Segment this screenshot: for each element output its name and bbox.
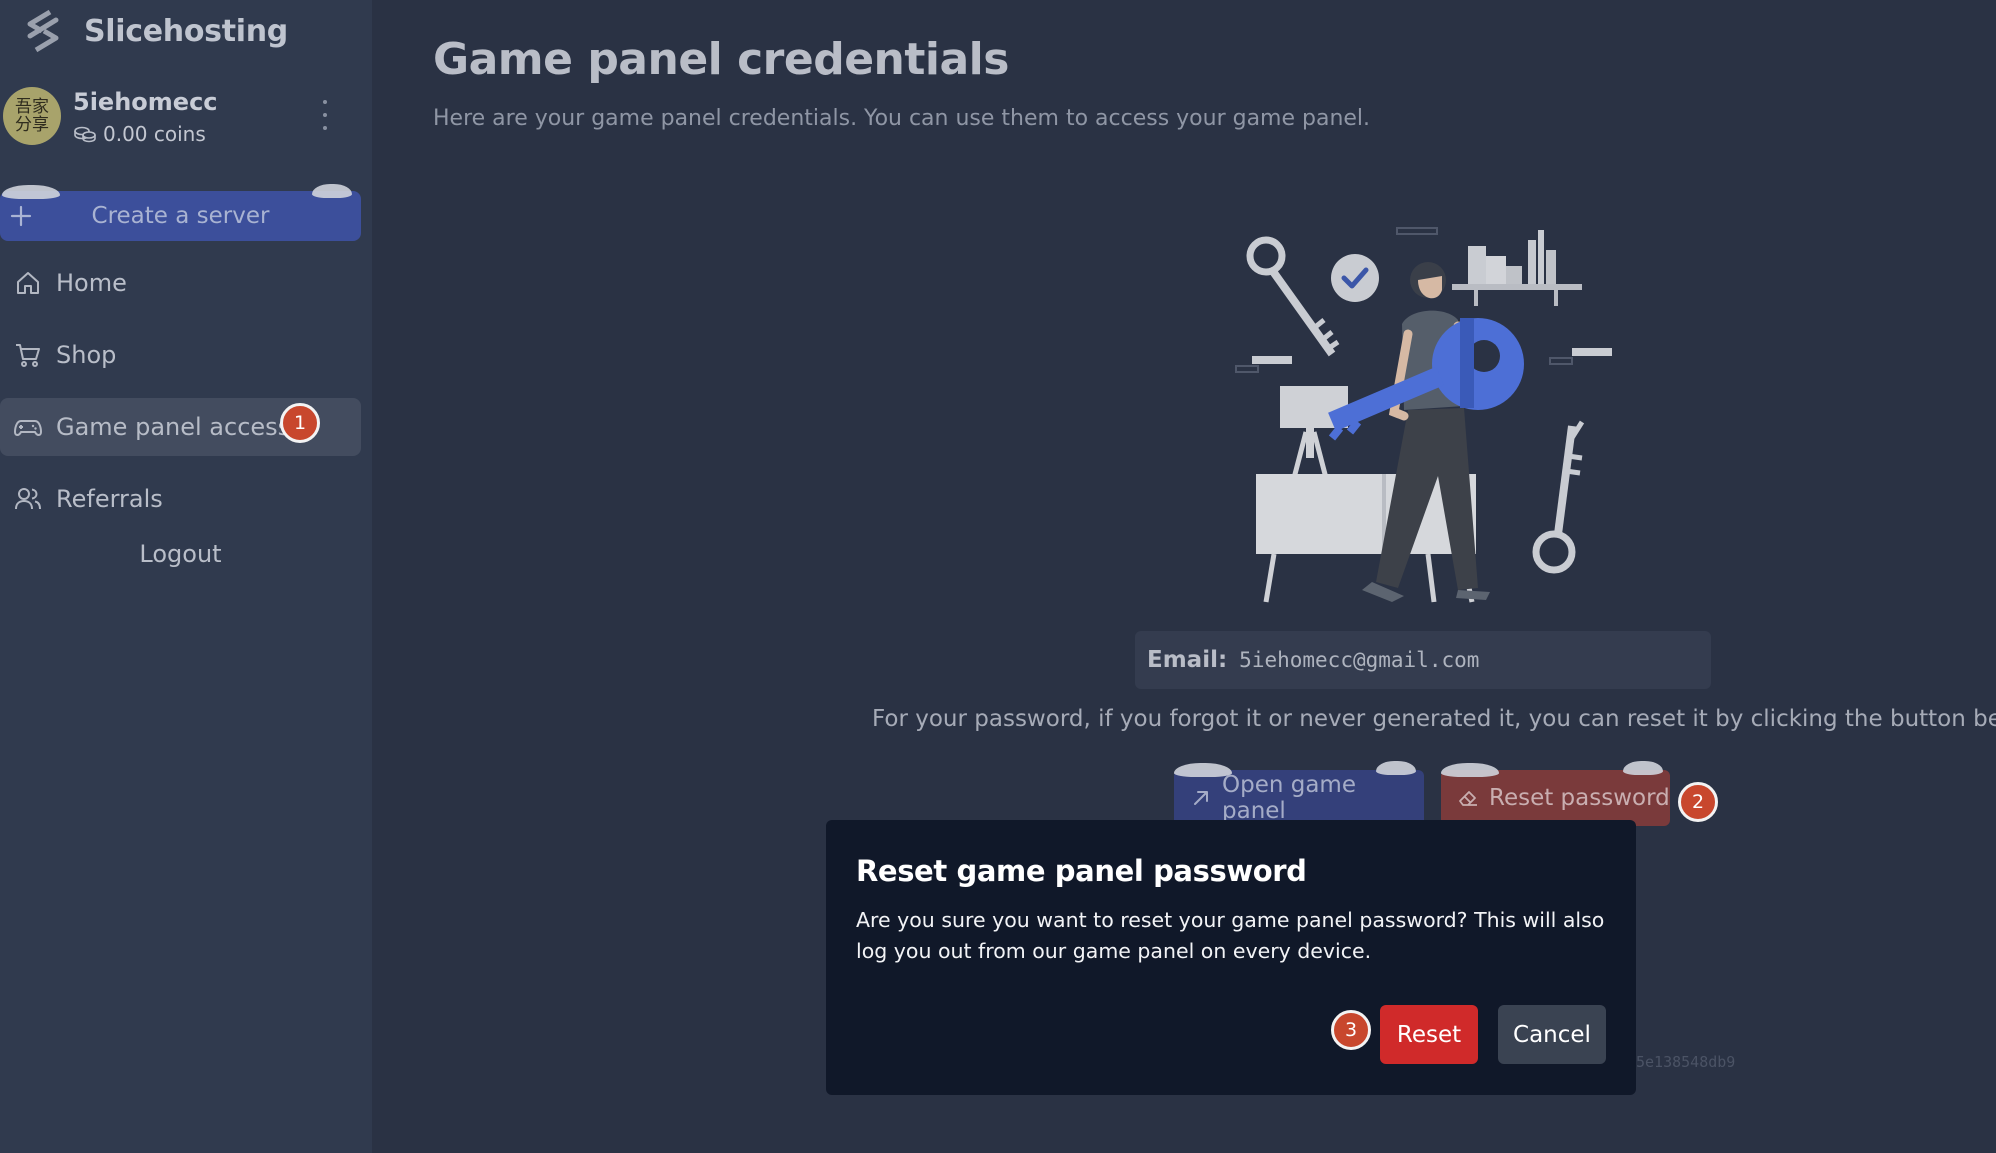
user-card: 吾家分享 5iehomecc 0.00 coins <box>0 84 372 150</box>
app-root: Slicehosting 吾家分享 5iehomecc 0.00 coins C… <box>0 0 1996 1153</box>
gamepad-icon <box>14 420 42 436</box>
page-title: Game panel credentials <box>433 34 1009 85</box>
key-illustration <box>1235 227 1612 603</box>
snow-cap-decoration <box>312 184 352 198</box>
plus-icon <box>10 205 32 227</box>
reset-password-dialog: Reset game panel password Are you sure y… <box>826 820 1636 1095</box>
coins-value: 0.00 coins <box>103 122 206 146</box>
external-link-icon <box>1194 791 1208 805</box>
sidebar-item-label: Referrals <box>56 485 163 513</box>
username: 5iehomecc <box>73 88 218 116</box>
open-game-panel-label: Open game panel <box>1222 772 1356 824</box>
build-hash: 5e138548db9 <box>1636 1053 1736 1071</box>
sidebar-item-shop[interactable]: Shop <box>0 326 361 384</box>
reset-password-button[interactable]: Reset password <box>1441 761 1670 826</box>
users-icon <box>15 488 41 510</box>
sidebar-item-home[interactable]: Home <box>0 254 361 312</box>
snow-cap-decoration <box>1441 763 1499 777</box>
step-marker-2: 2 <box>1678 782 1718 822</box>
email-field[interactable]: Email: 5iehomecc@gmail.com <box>1135 631 1711 689</box>
dialog-message: Are you sure you want to reset your game… <box>856 908 1605 963</box>
cart-icon <box>16 344 40 367</box>
confirm-reset-button[interactable]: Reset <box>1380 1005 1478 1064</box>
coin-balance: 0.00 coins <box>73 122 206 146</box>
brand-name: Slicehosting <box>84 13 288 49</box>
eraser-icon <box>1459 791 1477 806</box>
dialog-title: Reset game panel password <box>856 854 1307 888</box>
coins-icon <box>74 126 96 143</box>
sidebar-item-label: Shop <box>56 341 117 369</box>
email-label: Email: <box>1147 647 1228 673</box>
page-subtitle: Here are your game panel credentials. Yo… <box>433 106 1371 131</box>
home-icon <box>17 272 39 294</box>
step-marker-3: 3 <box>1331 1010 1371 1050</box>
sidebar: Slicehosting 吾家分享 5iehomecc 0.00 coins C… <box>0 0 372 1153</box>
avatar[interactable]: 吾家分享 <box>3 87 61 145</box>
step-marker-1: 1 <box>280 403 320 443</box>
sidebar-item-label: Game panel access <box>56 413 291 441</box>
create-server-button[interactable]: Create a server <box>0 184 361 241</box>
snow-cap-decoration <box>1174 763 1232 777</box>
logout-link[interactable]: Logout <box>0 540 361 568</box>
reset-password-label: Reset password <box>1489 785 1670 811</box>
create-server-label: Create a server <box>91 203 270 229</box>
cancel-button[interactable]: Cancel <box>1498 1005 1606 1064</box>
snow-cap-decoration <box>1623 761 1663 775</box>
kebab-menu-icon[interactable] <box>318 100 332 130</box>
email-value: 5iehomecc@gmail.com <box>1239 648 1480 672</box>
sidebar-item-referrals[interactable]: Referrals <box>0 470 361 528</box>
open-game-panel-button[interactable]: Open game panel <box>1174 761 1424 826</box>
sidebar-item-label: Home <box>56 269 127 297</box>
snow-cap-decoration <box>1376 761 1416 775</box>
password-hint: For your password, if you forgot it or n… <box>872 706 1996 732</box>
brand[interactable]: Slicehosting <box>20 8 288 54</box>
snow-cap-decoration <box>2 185 60 199</box>
slicehosting-logo-icon <box>27 9 59 53</box>
avatar-text: 吾家分享 <box>15 97 49 135</box>
